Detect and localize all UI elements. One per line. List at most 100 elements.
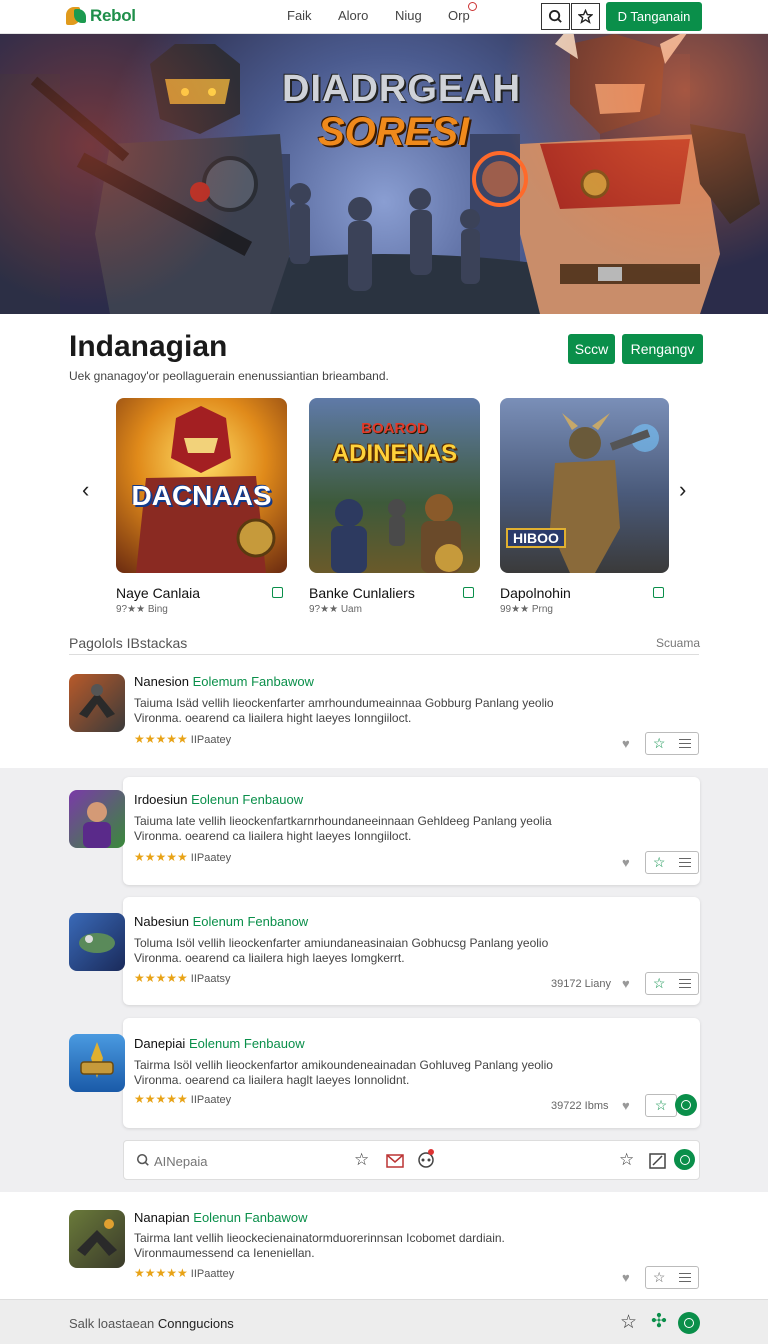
list-item-3-desc-line2: Vironma. oearend ca liailera high laeyes… [134, 951, 405, 965]
featured-card-1-badge-icon[interactable] [272, 587, 283, 598]
list-item-2-rating-meta: IIPaatey [190, 852, 232, 864]
list-item-5-actions[interactable]: ☆ [645, 1266, 699, 1289]
search-button[interactable] [541, 3, 570, 30]
list-heading: Pagolols IBstackas [69, 635, 188, 651]
carousel-next-arrow-icon[interactable]: › [679, 477, 686, 503]
hero-glow-left [0, 34, 300, 314]
star-outline-icon[interactable]: ☆ [653, 1269, 666, 1286]
search-icon [136, 1153, 149, 1166]
list-item-5-thumbnail[interactable] [69, 1210, 125, 1268]
featured-card-2-art-title: ADINENAS [331, 440, 458, 467]
view-button[interactable]: Sccw [568, 334, 615, 364]
list-item-4-action-icon[interactable] [675, 1094, 697, 1116]
list-item-4-rating-meta: IIPaatey [190, 1094, 232, 1106]
hero-title-line1: DIADRGEAH [282, 68, 522, 110]
featured-card-2-image[interactable]: BOAROD ADINENAS [309, 398, 480, 573]
list-item-2-art [83, 802, 111, 848]
list-item-3-title[interactable]: Nabesiun Eolenum Fenbanow [134, 914, 308, 929]
top-navigation-bar: Rebol Faik Aloro Niug Orp D Tanganain [0, 0, 768, 34]
featured-card-2-art-subtitle: BOAROD [361, 420, 428, 437]
mail-icon[interactable] [386, 1153, 404, 1169]
list-item-1-title-highlight: Eolemum Fanbawow [192, 674, 314, 689]
featured-card-1-name[interactable]: Naye Canlaia [116, 585, 200, 601]
list-item-4-desc-line2: Vironma. oearend ca liailera haglt laeye… [134, 1073, 410, 1087]
list-item-4-title-highlight: Eolenum Fenbauow [188, 1036, 305, 1051]
gamepad-icon[interactable] [416, 1149, 436, 1169]
menu-icon[interactable] [679, 858, 692, 867]
nav-link-3[interactable]: Niug [395, 8, 422, 23]
list-item-2-desc-line2: Vironma. oearend ca liailera hight laeye… [134, 829, 412, 843]
featured-card-3-name[interactable]: Dapolnohin [500, 585, 571, 601]
footer-link[interactable]: Conngucions [158, 1316, 234, 1331]
list-heading-right[interactable]: Scuama [656, 636, 700, 650]
list-item-3-thumbnail[interactable] [69, 913, 125, 971]
menu-icon[interactable] [679, 1273, 692, 1282]
list-item-1-title-main: Nanesion [134, 674, 189, 689]
header-cta-button[interactable]: D Tanganain [606, 2, 702, 31]
search-input[interactable] [154, 1151, 294, 1171]
star-outline-icon[interactable]: ☆ [619, 1150, 634, 1170]
hero-banner[interactable]: DIADRGEAH SORESI [0, 34, 768, 314]
footer-bar: Salk loastaean Conngucions ☆ ✣ [0, 1299, 768, 1344]
star-icon [578, 9, 593, 24]
nav-link-2[interactable]: Aloro [338, 8, 368, 23]
heart-icon[interactable]: ♥ [622, 1098, 636, 1113]
register-button[interactable]: Rengangv [622, 334, 703, 364]
list-item-4-rating: ★★★★★ IIPaatey [134, 1092, 231, 1106]
list-item-5-desc-line1: Tairma lant vellih lieockecienainatormdu… [134, 1231, 505, 1245]
list-item-1-title[interactable]: Nanesion Eolemum Fanbawow [134, 674, 314, 689]
list-item-1-thumbnail[interactable] [69, 674, 125, 732]
star-outline-icon[interactable]: ☆ [655, 1097, 668, 1114]
list-item-5-title[interactable]: Nanapian Eolenun Fanbawow [134, 1210, 307, 1225]
footer-text-label: Salk loastaean [69, 1316, 155, 1331]
menu-icon[interactable] [679, 739, 692, 748]
carousel-prev-arrow-icon[interactable]: ‹ [82, 477, 89, 503]
featured-card-1-meta: 9?★★ Bing [116, 604, 168, 615]
list-item-3-actions[interactable]: ☆ [645, 972, 699, 995]
menu-icon[interactable] [679, 979, 692, 988]
star-outline-icon[interactable]: ☆ [653, 854, 666, 871]
nav-link-1[interactable]: Faik [287, 8, 312, 23]
star-outline-icon[interactable]: ☆ [653, 735, 666, 752]
list-item-2-title[interactable]: Irdoesiun Eolenun Fenbauow [134, 792, 303, 807]
list-item-2-actions[interactable]: ☆ [645, 851, 699, 874]
heart-icon[interactable]: ♥ [622, 1270, 636, 1285]
star-outline-icon[interactable]: ☆ [354, 1150, 369, 1170]
featured-card-1-image[interactable]: DACNAAS [116, 398, 287, 573]
list-item-2-thumbnail[interactable] [69, 790, 125, 848]
list-item-1-actions[interactable]: ☆ [645, 732, 699, 755]
list-item-5-art [77, 1219, 117, 1256]
featured-card-3-badge-icon[interactable] [653, 587, 664, 598]
star-outline-icon[interactable]: ☆ [620, 1311, 637, 1334]
sparkle-icon[interactable]: ✣ [651, 1310, 667, 1333]
featured-card-2-name[interactable]: Banke Cunlaliers [309, 585, 415, 601]
list-item-3-rating: ★★★★★ IIPaatsy [134, 971, 231, 985]
logo[interactable]: Rebol [66, 4, 136, 28]
list-item-3-title-highlight: Eolenum Fenbanow [192, 914, 309, 929]
list-item-3-rating-meta: IIPaatsy [190, 973, 231, 985]
star-outline-icon[interactable]: ☆ [653, 975, 666, 992]
featured-card-3-image[interactable]: HIBOO [500, 398, 669, 573]
list-item-4-title[interactable]: Danepiai Eolenum Fenbauow [134, 1036, 305, 1051]
footer-action-icon[interactable] [678, 1312, 700, 1334]
heart-icon[interactable]: ♥ [622, 855, 636, 870]
list-item-2-title-main: Irdoesiun [134, 792, 188, 807]
featured-card-2-badge-icon[interactable] [463, 587, 474, 598]
divider [69, 654, 699, 655]
list-item-4-stat: 39722 Ibms [551, 1100, 609, 1112]
featured-card-1-art-title: DACNAAS [131, 480, 272, 511]
nav-link-4[interactable]: Orp [448, 8, 470, 23]
list-item-5-rating: ★★★★★ IIPaattey [134, 1266, 234, 1280]
list-item-1-stars: ★★★★★ [134, 732, 188, 746]
favorites-button[interactable] [571, 3, 600, 30]
list-item-4-title-main: Danepiai [134, 1036, 186, 1051]
list-item-1-rating-meta: IIPaatey [190, 734, 232, 746]
confirm-icon[interactable] [674, 1149, 695, 1170]
heart-icon[interactable]: ♥ [622, 736, 636, 751]
list-item-4-thumbnail[interactable] [69, 1034, 125, 1092]
list-item-1-rating: ★★★★★ IIPaatey [134, 732, 231, 746]
list-item-5-title-highlight: Eolenun Fanbawow [193, 1210, 308, 1225]
edit-icon[interactable] [649, 1153, 666, 1169]
heart-icon[interactable]: ♥ [622, 976, 636, 991]
list-item-4-actions[interactable]: ☆ [645, 1094, 677, 1117]
